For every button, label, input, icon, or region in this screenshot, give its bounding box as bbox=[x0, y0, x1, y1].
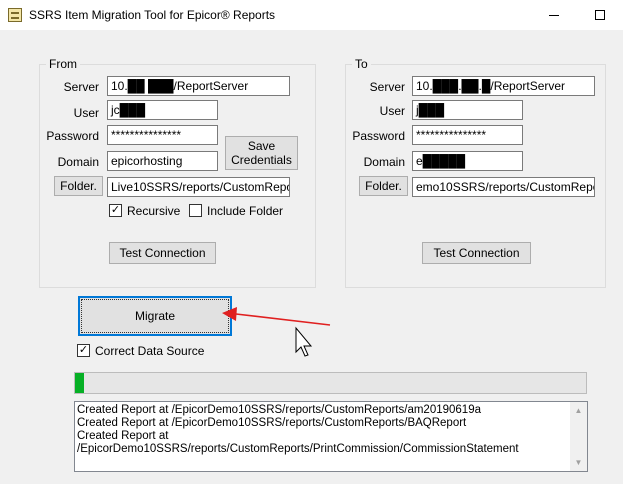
mouse-cursor-icon bbox=[295, 326, 313, 357]
annotation-arrow bbox=[235, 313, 331, 326]
progress-fill bbox=[75, 373, 84, 393]
log-scrollbar[interactable]: ▲ ▼ bbox=[570, 402, 587, 471]
log-output[interactable]: Created Report at /EpicorDemo10SSRS/repo… bbox=[74, 401, 588, 472]
scroll-down-icon[interactable]: ▼ bbox=[570, 454, 587, 471]
log-text: Created Report at /EpicorDemo10SSRS/repo… bbox=[77, 404, 519, 455]
scroll-up-icon[interactable]: ▲ bbox=[570, 402, 587, 419]
migration-progress-bar bbox=[74, 372, 587, 394]
annotation-arrowhead bbox=[222, 307, 237, 321]
